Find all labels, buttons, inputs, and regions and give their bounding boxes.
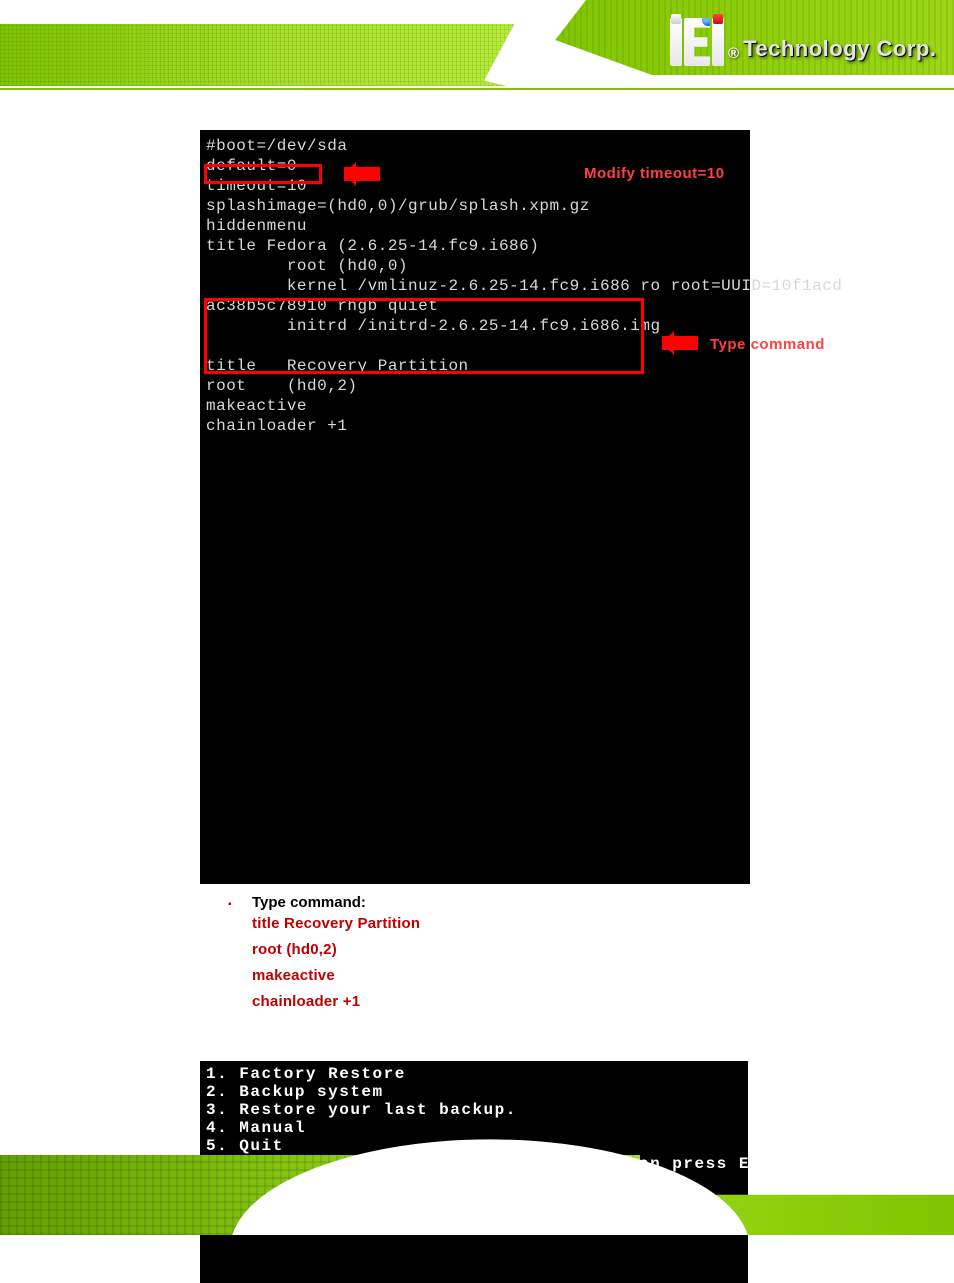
logo-letter-i2 (712, 18, 724, 66)
instruction-lead: Type command: (228, 894, 894, 911)
logo-letter-e (684, 18, 710, 66)
instruction-block: Type command: title Recovery Partition r… (228, 894, 894, 1015)
instruction-cmd: root (hd0,2) (252, 937, 894, 963)
logo-letter-i (670, 18, 682, 66)
brand-name: Technology Corp. (743, 36, 936, 66)
highlight-timeout-box (204, 164, 322, 184)
instruction-cmd: title Recovery Partition (252, 911, 894, 937)
grub-config-console: #boot=/dev/sda default=0 timeout=10 spla… (200, 130, 750, 884)
instruction-cmd: chainloader +1 (252, 989, 894, 1015)
annotation-command: Type command (710, 335, 825, 355)
header-banner: ® Technology Corp. (0, 0, 954, 112)
footer-banner (0, 1091, 954, 1235)
header-divider (0, 88, 954, 90)
brand-logo: ® Technology Corp. (670, 18, 936, 66)
arrow-left-icon (344, 167, 380, 181)
arrow-left-icon (662, 336, 698, 350)
instruction-cmd: makeactive (252, 963, 894, 989)
annotation-timeout: Modify timeout=10 (584, 164, 725, 184)
header-texture-left (0, 24, 560, 86)
highlight-command-box (204, 298, 644, 374)
trademark-symbol: ® (726, 45, 741, 66)
